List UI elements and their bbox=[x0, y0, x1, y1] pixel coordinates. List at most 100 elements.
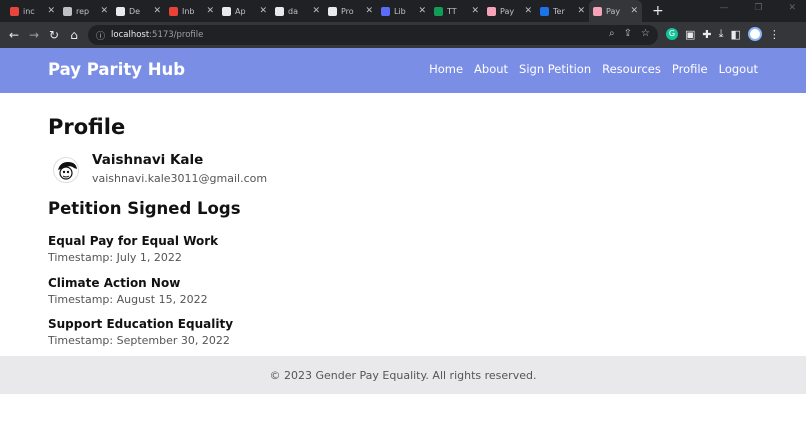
tab-label: Ter bbox=[553, 6, 565, 16]
home-icon[interactable]: ⌂ bbox=[64, 28, 84, 42]
browser-tab[interactable]: TT ✕ bbox=[430, 0, 483, 22]
tab-label: Pay bbox=[500, 6, 515, 16]
site-header: Pay Parity Hub Home About Sign Petition … bbox=[0, 48, 806, 93]
zoom-icon[interactable]: ⌕ bbox=[609, 28, 615, 39]
tab-close-icon[interactable]: ✕ bbox=[153, 6, 161, 16]
tab-close-icon[interactable]: ✕ bbox=[206, 6, 214, 16]
petition-log-timestamp: Timestamp: September 30, 2022 bbox=[48, 334, 230, 347]
back-icon[interactable]: ← bbox=[4, 28, 24, 42]
petition-log-item: Support Education Equality Timestamp: Se… bbox=[48, 317, 233, 347]
tab-close-icon[interactable]: ✕ bbox=[471, 6, 479, 16]
site-footer: © 2023 Gender Pay Equality. All rights r… bbox=[0, 356, 806, 394]
tab-favicon-icon bbox=[169, 6, 178, 16]
petition-log-timestamp: Timestamp: July 1, 2022 bbox=[48, 251, 182, 264]
tab-favicon-icon bbox=[116, 6, 125, 16]
url-path: :5173/profile bbox=[149, 30, 204, 40]
user-email: vaishnavi.kale3011@gmail.com bbox=[92, 172, 268, 185]
browser-toolbar: ← → ↻ ⌂ ⓘ localhost:5173/profile ⌕ ⇪ ☆ G… bbox=[0, 22, 806, 48]
tab-close-icon[interactable]: ✕ bbox=[100, 6, 108, 16]
tab-close-icon[interactable]: ✕ bbox=[259, 6, 267, 16]
browser-tab[interactable]: Lib ✕ bbox=[377, 0, 430, 22]
tab-close-icon[interactable]: ✕ bbox=[418, 6, 426, 16]
user-avatar-icon bbox=[54, 158, 78, 182]
bookmark-star-icon[interactable]: ☆ bbox=[641, 28, 650, 39]
tab-label: Ap bbox=[235, 6, 246, 16]
footer-copyright: © 2023 Gender Pay Equality. All rights r… bbox=[269, 368, 537, 382]
maximize-icon[interactable]: ❐ bbox=[754, 3, 762, 13]
tab-label: rep bbox=[76, 6, 90, 16]
extensions-puzzle-icon[interactable]: ✚ bbox=[702, 28, 711, 41]
tab-favicon-icon bbox=[328, 6, 337, 16]
new-tab-icon[interactable]: + bbox=[652, 3, 664, 19]
forward-icon[interactable]: → bbox=[24, 28, 44, 42]
tab-favicon-icon bbox=[63, 6, 72, 16]
page-title: Profile bbox=[48, 115, 126, 139]
tab-favicon-icon bbox=[275, 6, 284, 16]
browser-tab[interactable]: Pay ✕ bbox=[589, 0, 642, 22]
tab-close-icon[interactable]: ✕ bbox=[524, 6, 532, 16]
tab-close-icon[interactable]: ✕ bbox=[365, 6, 373, 16]
browser-tab[interactable]: rep ✕ bbox=[59, 0, 112, 22]
user-name: Vaishnavi Kale bbox=[92, 152, 204, 168]
browser-tab[interactable]: Pay ✕ bbox=[483, 0, 536, 22]
tab-list: inc ✕ rep ✕ De ✕ Inb ✕ Ap ✕ da ✕ Pro ✕ Lib ✕ TT ✕ Pay ✕ Ter ✕… bbox=[6, 0, 642, 22]
tab-label: inc bbox=[23, 6, 35, 16]
nav-profile[interactable]: Profile bbox=[672, 62, 708, 76]
tab-label: TT bbox=[447, 6, 457, 16]
tab-close-icon[interactable]: ✕ bbox=[47, 6, 55, 16]
browser-tab[interactable]: Ter ✕ bbox=[536, 0, 589, 22]
petition-log-item: Equal Pay for Equal Work Timestamp: July… bbox=[48, 234, 218, 264]
url-host: localhost bbox=[111, 30, 150, 40]
petition-logs-heading: Petition Signed Logs bbox=[48, 199, 241, 218]
tab-favicon-icon bbox=[222, 6, 231, 16]
browser-tab[interactable]: De ✕ bbox=[112, 0, 165, 22]
petition-log-title: Support Education Equality bbox=[48, 317, 234, 331]
profile-avatar-icon[interactable] bbox=[747, 27, 762, 41]
tab-favicon-icon bbox=[540, 6, 549, 16]
petition-log-title: Climate Action Now bbox=[48, 276, 181, 290]
main-nav: Home About Sign Petition Resources Profi… bbox=[429, 62, 758, 76]
grammarly-extension-icon[interactable]: G bbox=[666, 28, 678, 40]
brand-logo-text[interactable]: Pay Parity Hub bbox=[48, 60, 185, 79]
tab-label: da bbox=[288, 6, 298, 16]
window-controls: — ❐ ✕ bbox=[719, 3, 796, 13]
share-icon[interactable]: ⇪ bbox=[624, 28, 632, 39]
petition-log-title: Equal Pay for Equal Work bbox=[48, 234, 219, 248]
tab-label: Lib bbox=[394, 6, 406, 16]
minimize-icon[interactable]: — bbox=[719, 3, 728, 13]
nav-home[interactable]: Home bbox=[429, 62, 463, 76]
nav-about[interactable]: About bbox=[474, 62, 508, 76]
tab-favicon-icon bbox=[434, 6, 443, 16]
menu-kebab-icon[interactable]: ⋮ bbox=[769, 28, 780, 41]
site-info-icon[interactable]: ⓘ bbox=[96, 29, 105, 42]
tab-label: Pay bbox=[606, 6, 621, 16]
tab-label: De bbox=[129, 6, 141, 16]
nav-logout[interactable]: Logout bbox=[719, 62, 758, 76]
tab-close-icon[interactable]: ✕ bbox=[577, 6, 585, 16]
tab-close-icon[interactable]: ✕ bbox=[312, 6, 320, 16]
tab-favicon-icon bbox=[381, 6, 390, 16]
browser-tab[interactable]: inc ✕ bbox=[6, 0, 59, 22]
notion-extension-icon[interactable]: ▣ bbox=[685, 28, 695, 41]
browser-tab[interactable]: da ✕ bbox=[271, 0, 324, 22]
close-window-icon[interactable]: ✕ bbox=[788, 3, 796, 13]
tab-label: Pro bbox=[341, 6, 354, 16]
browser-tab-strip: inc ✕ rep ✕ De ✕ Inb ✕ Ap ✕ da ✕ Pro ✕ Lib ✕ TT ✕ Pay ✕ Ter ✕… bbox=[0, 0, 806, 22]
user-avatar bbox=[53, 157, 79, 183]
tab-favicon-icon bbox=[593, 6, 602, 16]
nav-sign-petition[interactable]: Sign Petition bbox=[519, 62, 591, 76]
reload-icon[interactable]: ↻ bbox=[44, 28, 64, 42]
address-bar[interactable]: ⓘ localhost:5173/profile ⌕ ⇪ ☆ bbox=[88, 25, 658, 45]
extensions-area: G ▣ ✚ ⤓ ◧ ⋮ bbox=[666, 27, 780, 41]
browser-tab[interactable]: Pro ✕ bbox=[324, 0, 377, 22]
tab-close-icon[interactable]: ✕ bbox=[630, 6, 638, 16]
browser-tab[interactable]: Ap ✕ bbox=[218, 0, 271, 22]
tab-label: Inb bbox=[182, 6, 195, 16]
browser-tab[interactable]: Inb ✕ bbox=[165, 0, 218, 22]
petition-log-timestamp: Timestamp: August 15, 2022 bbox=[48, 293, 208, 306]
download-icon[interactable]: ⤓ bbox=[719, 27, 724, 41]
nav-resources[interactable]: Resources bbox=[602, 62, 661, 76]
tab-favicon-icon bbox=[487, 6, 496, 16]
side-panel-icon[interactable]: ◧ bbox=[731, 28, 741, 41]
petition-log-item: Climate Action Now Timestamp: August 15,… bbox=[48, 276, 208, 306]
